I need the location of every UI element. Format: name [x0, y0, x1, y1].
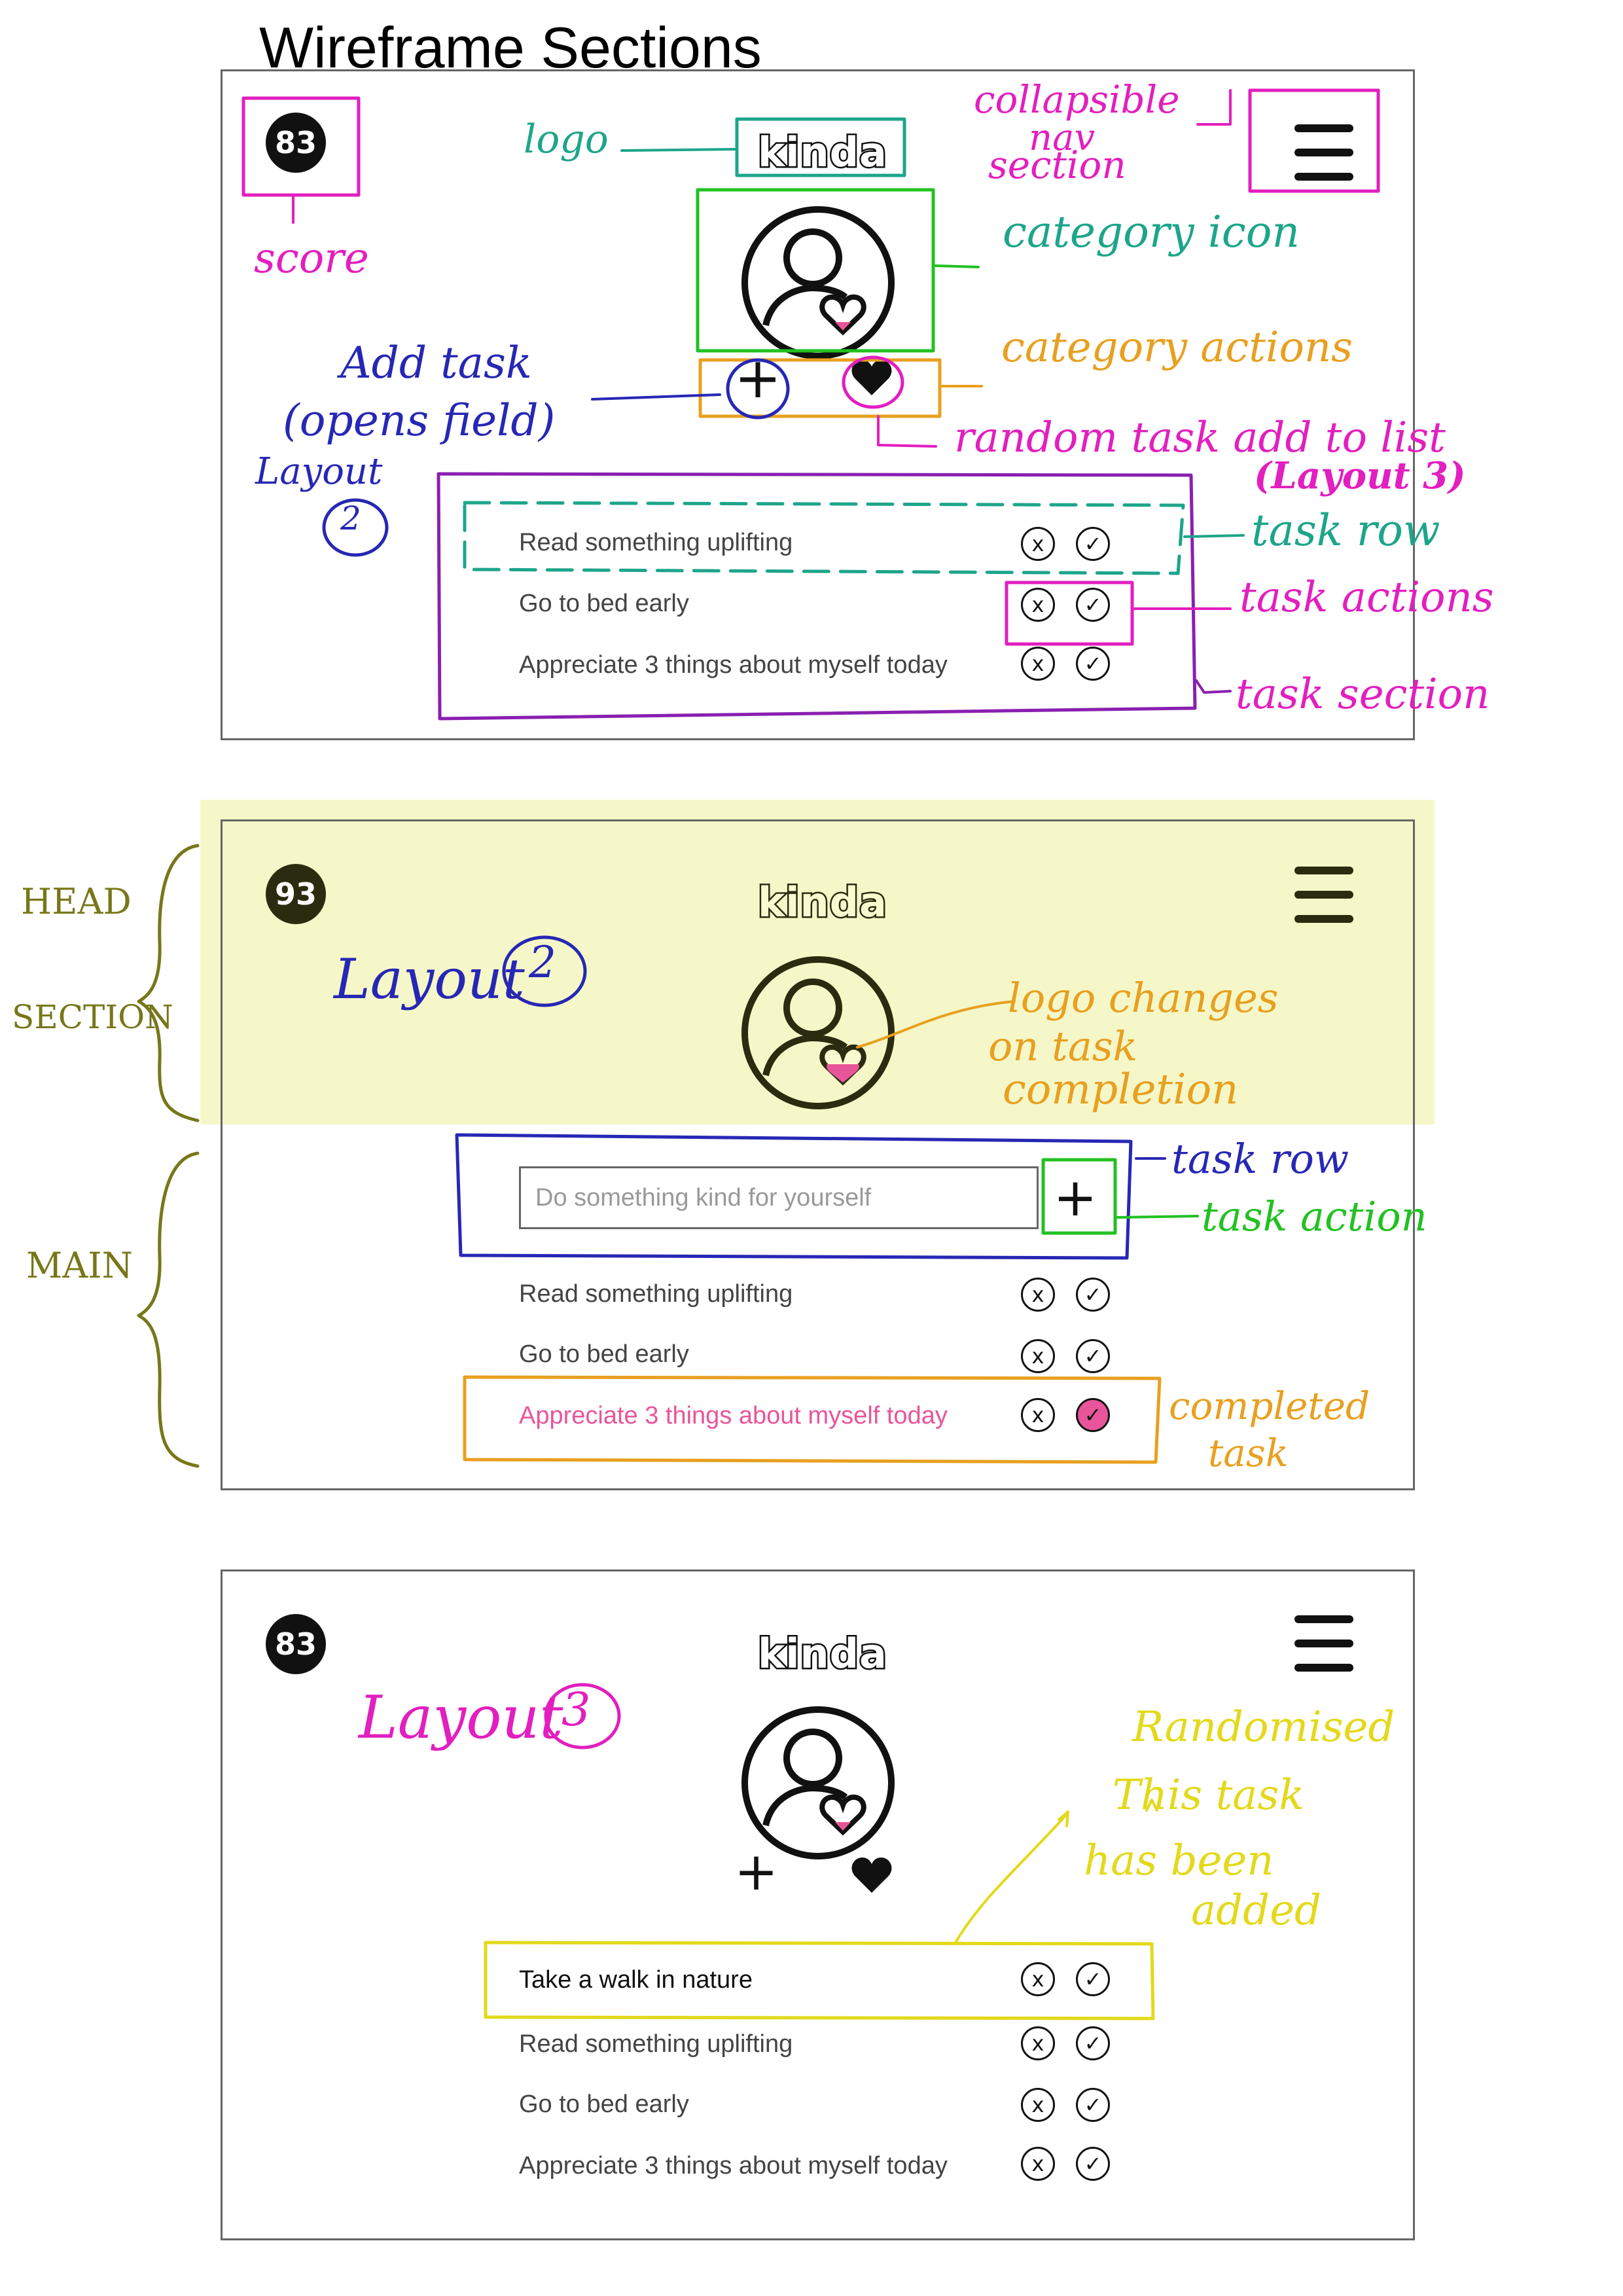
annotation-overlay [137, 88, 1380, 2020]
